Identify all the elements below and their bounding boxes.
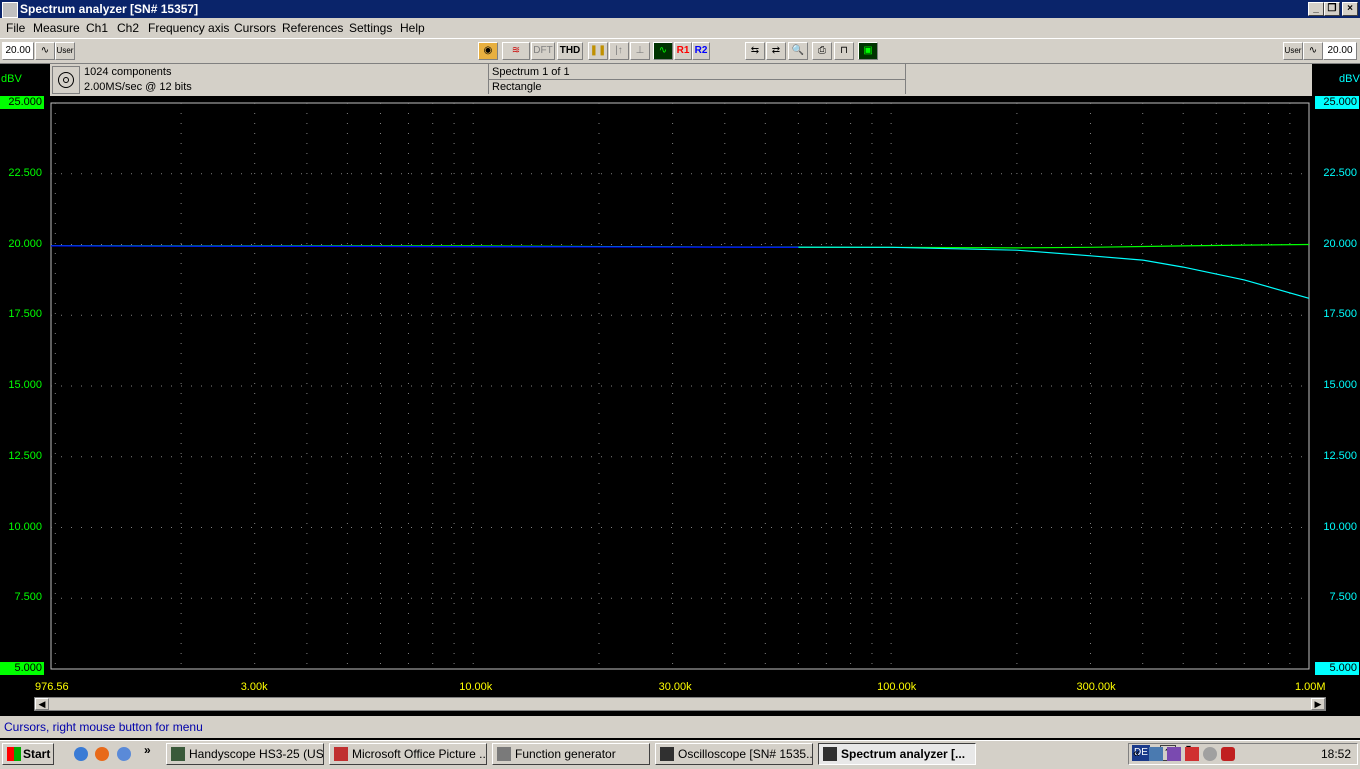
handyscope-icon xyxy=(171,747,185,761)
scroll-right-icon[interactable]: ▶ xyxy=(1311,698,1325,710)
browser-icon[interactable] xyxy=(117,747,131,761)
x-tick-label: 100.00k xyxy=(877,681,917,693)
shield-icon[interactable] xyxy=(1221,747,1235,761)
more-quicklaunch-icon[interactable]: » xyxy=(144,743,151,757)
task-handyscope[interactable]: Handyscope HS3-25 (US... xyxy=(166,743,324,765)
horizontal-scrollbar[interactable]: ◀ ▶ xyxy=(34,697,1326,711)
spectrum-plot[interactable] xyxy=(0,0,1360,768)
antivirus-icon[interactable] xyxy=(1185,747,1199,761)
taskbar: Start » Handyscope HS3-25 (US... Microso… xyxy=(0,740,1360,769)
x-tick-label: 976.56 xyxy=(35,681,69,693)
task-spectrum-analyzer[interactable]: Spectrum analyzer [... xyxy=(818,743,976,765)
spectrum-analyzer-icon xyxy=(823,747,837,761)
task-label: Function generator xyxy=(515,747,616,761)
task-function-generator[interactable]: Function generator xyxy=(492,743,650,765)
task-oscilloscope[interactable]: Oscilloscope [SN# 1535... xyxy=(655,743,813,765)
windows-logo-icon xyxy=(7,747,21,761)
network-icon[interactable] xyxy=(1149,747,1163,761)
start-button[interactable]: Start xyxy=(2,743,54,765)
status-bar: Cursors, right mouse button for menu xyxy=(0,716,1360,738)
scroll-left-icon[interactable]: ◀ xyxy=(35,698,49,710)
task-label: Oscilloscope [SN# 1535... xyxy=(678,747,813,761)
plot-frame xyxy=(50,102,1310,670)
x-tick-label: 3.00k xyxy=(240,681,268,693)
system-tray: « 18:52 xyxy=(1128,743,1358,765)
show-hidden-icons[interactable]: « xyxy=(1133,746,1140,760)
x-tick-label: 300.00k xyxy=(1076,681,1116,693)
task-picture-manager[interactable]: Microsoft Office Picture ... xyxy=(329,743,487,765)
function-generator-icon xyxy=(497,747,511,761)
series-line-2 xyxy=(50,245,1310,299)
x-tick-label: 30.00k xyxy=(658,681,692,693)
internet-explorer-icon[interactable] xyxy=(74,747,88,761)
wifi-icon[interactable] xyxy=(1203,747,1217,761)
task-label: Handyscope HS3-25 (US... xyxy=(189,747,324,761)
x-tick-label: 1.00M xyxy=(1295,681,1326,693)
clock: 18:52 xyxy=(1320,747,1351,761)
network-disconnected-icon[interactable] xyxy=(1167,747,1181,761)
series-line-3 xyxy=(50,245,799,248)
start-label: Start xyxy=(23,747,51,761)
status-text: Cursors, right mouse button for menu xyxy=(4,720,203,734)
firefox-icon[interactable] xyxy=(95,747,109,761)
task-label: Spectrum analyzer [... xyxy=(841,747,966,761)
oscilloscope-icon xyxy=(660,747,674,761)
picture-manager-icon xyxy=(334,747,348,761)
x-tick-label: 10.00k xyxy=(459,681,493,693)
task-label: Microsoft Office Picture ... xyxy=(352,747,487,761)
